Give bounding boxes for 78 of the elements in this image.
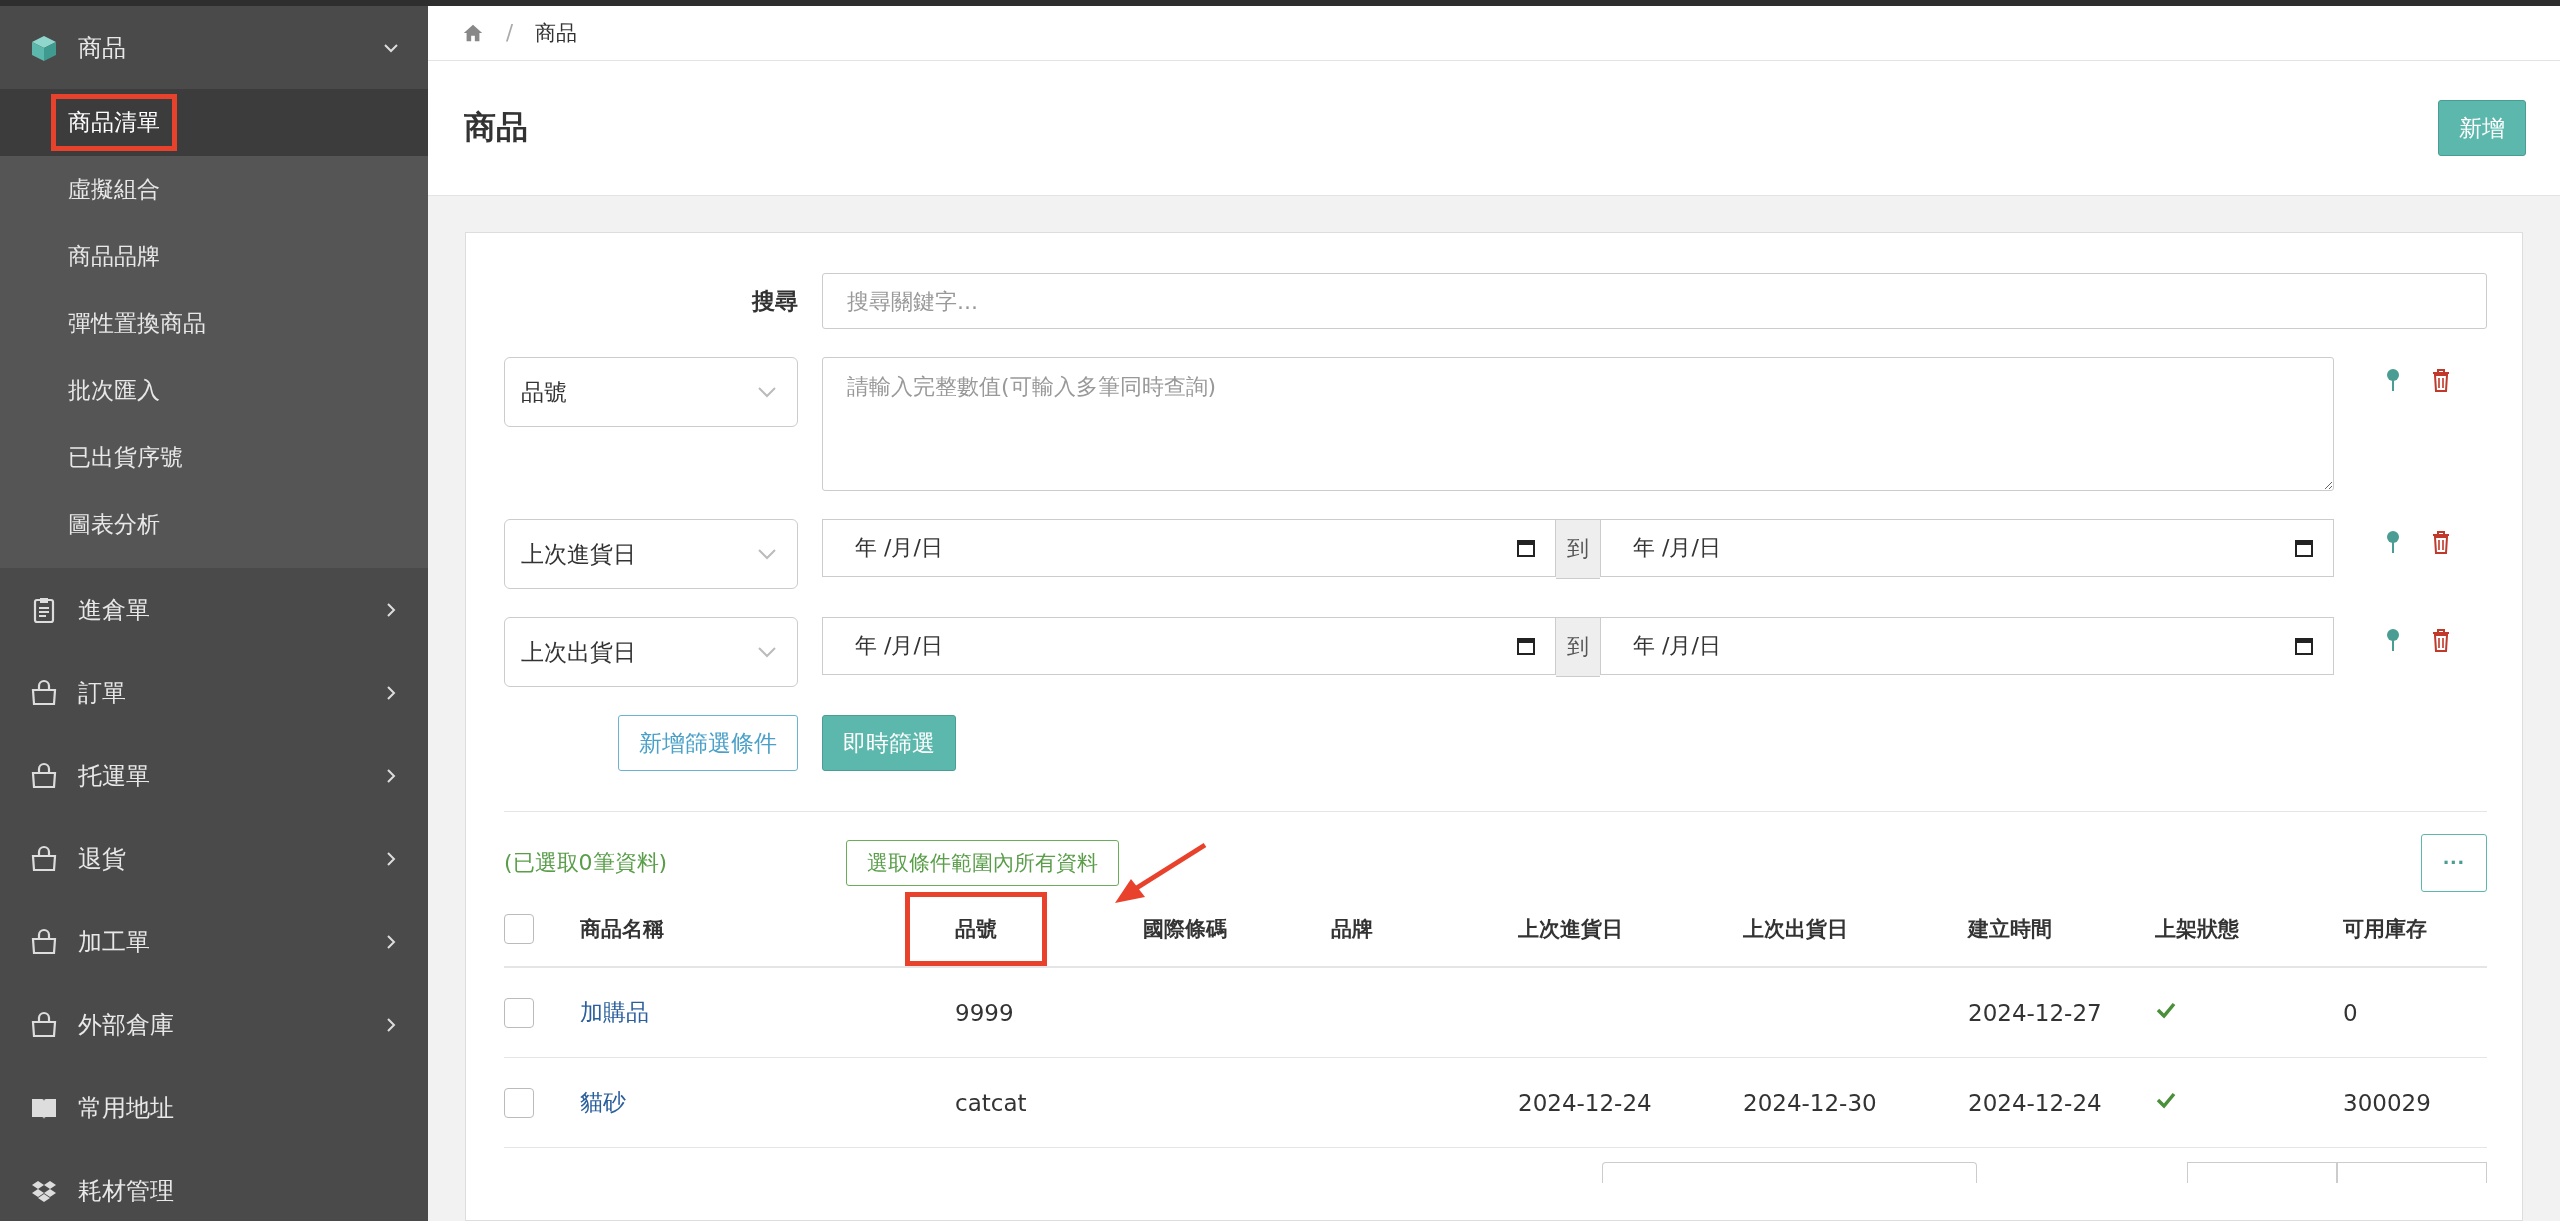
row-checkbox[interactable] [504,997,534,1028]
page-title: 商品 [464,107,528,148]
submenu-item[interactable]: 商品品牌 [0,223,428,290]
sidebar-item[interactable]: 訂單 [0,651,428,734]
submenu-label[interactable]: 已出貨序號 [51,429,200,486]
column-header[interactable]: 上架狀態 [2105,892,2289,966]
submenu-item[interactable]: 批次匯入 [0,357,428,424]
value-textarea[interactable]: 請輸入完整數值(可輸入多筆同時查詢) [822,357,2334,491]
submenu-item[interactable]: 彈性置換商品 [0,290,428,357]
submenu-item[interactable]: 虛擬組合 [0,156,428,223]
table-cell: 2024-12-24 [1968,1089,2102,1116]
date-field[interactable]: 年 /月/日 [822,617,1556,675]
submenu-label[interactable]: 商品清單 [51,94,177,151]
shopping-bag-icon [30,678,58,707]
trash-icon[interactable] [2430,529,2452,555]
table-cell: 2024-12-24 [1518,1089,1652,1116]
column-header[interactable]: 上次出貨日 [1693,892,1898,966]
calendar-icon [2293,635,2315,657]
table-cell: 300029 [2343,1089,2431,1116]
page-size-select[interactable] [1602,1162,1977,1183]
column-header[interactable]: 品號 [905,892,1047,966]
breadcrumb-current: 商品 [535,20,578,47]
submenu-item[interactable]: 已出貨序號 [0,424,428,491]
column-header[interactable]: 品牌 [1281,892,1423,966]
date-field[interactable]: 年 /月/日 [1600,617,2334,675]
range-separator: 到 [1556,617,1600,677]
sidebar-item[interactable]: 外部倉庫 [0,983,428,1066]
date-field[interactable]: 年 /月/日 [1600,519,2334,577]
column-header[interactable]: 建立時間 [1918,892,2102,966]
calendar-icon [1515,635,1537,657]
select-all-checkbox[interactable] [504,914,534,944]
sidebar-item[interactable]: 托運單 [0,734,428,817]
range-separator: 到 [1556,519,1600,579]
column-header[interactable]: 可用庫存 [2293,892,2477,966]
submenu-item[interactable]: 商品清單 [0,89,428,156]
shopping-bag-icon [30,1010,58,1039]
product-link[interactable]: 加購品 [580,999,649,1025]
calendar-icon [2293,537,2315,559]
field-select[interactable]: 品號 [504,357,798,427]
product-link[interactable]: 貓砂 [580,1089,626,1115]
shopping-bag-icon [30,844,58,873]
table-cell: 2024-12-27 [1968,999,2102,1026]
pagination-button[interactable] [2337,1162,2487,1183]
sidebar-item[interactable]: 退貨 [0,817,428,900]
selection-count: (已選取0筆資料) [504,849,669,877]
shopping-bag-icon [30,761,58,790]
field-select[interactable]: 上次出貨日 [504,617,798,687]
breadcrumb-separator: / [506,21,514,45]
table-cell: 2024-12-30 [1743,1089,1877,1116]
column-header[interactable]: 商品名稱 [530,892,714,966]
submenu-label[interactable]: 彈性置換商品 [51,295,223,352]
home-icon[interactable] [462,22,484,44]
pagination-button[interactable] [2187,1162,2337,1183]
sidebar-item[interactable]: 進倉單 [0,568,428,651]
calendar-icon [1515,537,1537,559]
date-field[interactable]: 年 /月/日 [822,519,1556,577]
submenu-label[interactable]: 虛擬組合 [51,161,177,218]
submenu-label[interactable]: 圖表分析 [51,496,177,553]
field-select[interactable]: 上次進貨日 [504,519,798,589]
trash-icon[interactable] [2430,367,2452,393]
cube-icon [30,33,58,62]
search-label: 搜尋 [752,286,798,316]
column-header[interactable]: 上次進貨日 [1468,892,1673,966]
shopping-bag-icon [30,927,58,956]
sidebar-item[interactable]: 加工單 [0,900,428,983]
table-cell: 9999 [955,999,1014,1026]
row-checkbox[interactable] [504,1087,534,1118]
submenu-item[interactable]: 圖表分析 [0,491,428,558]
submenu-label[interactable]: 批次匯入 [51,362,177,419]
sidebar-item[interactable]: 常用地址 [0,1066,428,1149]
sidebar-item[interactable]: 耗材管理 [0,1149,428,1221]
trash-icon[interactable] [2430,627,2452,653]
search-field[interactable]: 搜尋關鍵字... [822,273,2487,329]
table-cell: catcat [955,1089,1027,1116]
column-header[interactable]: 國際條碼 [1093,892,1277,966]
submenu-label[interactable]: 商品品牌 [51,228,177,285]
table-cell: 0 [2343,999,2358,1026]
sidebar-item[interactable]: 商品 [0,6,428,89]
